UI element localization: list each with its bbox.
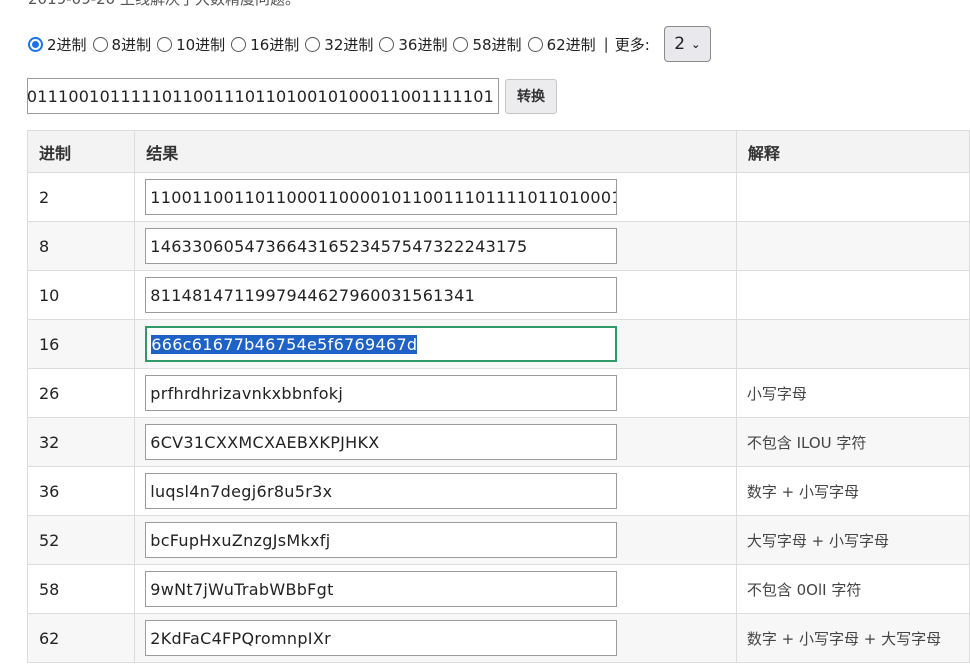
radio-label: 58进制 <box>472 35 522 54</box>
radio-label: 10进制 <box>176 35 226 54</box>
convert-button[interactable]: 转换 <box>505 78 557 114</box>
result-field[interactable]: 9wNt7jWuTrabWBbFgt <box>145 571 618 607</box>
row-explanation <box>735 172 970 222</box>
result-field[interactable]: 1100110011011000110000101100111011110110… <box>145 179 618 215</box>
radio-label: 32进制 <box>324 35 374 54</box>
result-field[interactable]: luqsl4n7degj6r8u5r3x <box>145 473 618 509</box>
result-field[interactable]: 666c61677b46754e5f6769467d <box>145 326 618 362</box>
radio-circle-icon[interactable] <box>305 36 321 52</box>
result-value: bcFupHxuZnzgJsMkxfj <box>150 530 331 550</box>
result-field[interactable]: 6CV31CXXMCXAEBXKPJHKX <box>145 424 618 460</box>
radio-circle-icon[interactable] <box>453 36 469 52</box>
row-base: 8 <box>26 221 136 271</box>
result-value: 9wNt7jWuTrabWBbFgt <box>150 579 334 599</box>
table-row: 16 666c61677b46754e5f6769467d <box>26 319 970 369</box>
row-base: 52 <box>26 515 136 565</box>
table-row: 10 8114814711997944627960031561341 <box>26 270 970 320</box>
row-base: 62 <box>26 613 136 663</box>
separator: | <box>603 35 609 53</box>
result-field[interactable]: 146330605473664316523457547322243175 <box>145 228 618 264</box>
radio-label: 62进制 <box>546 35 596 54</box>
radio-circle-icon[interactable] <box>527 36 543 52</box>
result-field[interactable]: 8114814711997944627960031561341 <box>145 277 618 313</box>
row-base: 16 <box>26 319 136 369</box>
radio-base-8[interactable]: 8进制 <box>92 34 152 55</box>
row-base: 58 <box>26 564 136 614</box>
result-field[interactable]: bcFupHxuZnzgJsMkxfj <box>145 522 618 558</box>
radio-base-58[interactable]: 58进制 <box>453 34 522 55</box>
radio-circle-icon[interactable] <box>157 36 173 52</box>
base-radio-group: 2进制 8进制 10进制 16进制 32进制 36进制 58进制 62进制 | … <box>28 26 711 62</box>
radio-base-16[interactable]: 16进制 <box>231 34 299 55</box>
radio-base-36[interactable]: 36进制 <box>379 34 447 55</box>
result-value: 6CV31CXXMCXAEBXKPJHKX <box>150 432 380 452</box>
number-input[interactable]: 0110011100101111101100111011010010100011… <box>27 78 499 114</box>
result-field[interactable]: 2KdFaC4FPQromnpIXr <box>145 620 618 656</box>
header-result: 结果 <box>134 130 737 173</box>
row-explanation: 不包含 ILOU 字符 <box>735 417 970 467</box>
result-value: 8114814711997944627960031561341 <box>150 285 476 305</box>
more-label: 更多: <box>614 35 650 54</box>
radio-circle-icon[interactable] <box>28 36 43 52</box>
more-base-select[interactable]: 2 ⌄ <box>663 26 711 62</box>
radio-label: 2进制 <box>47 35 87 54</box>
radio-label: 36进制 <box>398 35 448 54</box>
table-row: 32 6CV31CXXMCXAEBXKPJHKX 不包含 ILOU 字符 <box>26 417 970 467</box>
table-row: 2 11001100110110001100001011001110111101… <box>26 172 970 222</box>
row-explanation <box>735 270 970 320</box>
row-base: 10 <box>26 270 136 320</box>
radio-base-2[interactable]: 2进制 <box>28 34 87 55</box>
row-base: 36 <box>26 466 136 516</box>
table-header-row: 进制 结果 解释 <box>26 130 970 173</box>
result-value: 1100110011011000110000101100111011110110… <box>150 187 616 207</box>
result-value: luqsl4n7degj6r8u5r3x <box>150 481 333 501</box>
result-value: prfhrdhrizavnkxbbnfokj <box>150 383 344 403</box>
table-row: 62 2KdFaC4FPQromnpIXr 数字 + 小写字母 + 大写字母 <box>26 613 970 663</box>
radio-circle-icon[interactable] <box>231 36 247 52</box>
result-value: 666c61677b46754e5f6769467d <box>151 334 418 354</box>
result-value: 146330605473664316523457547322243175 <box>150 236 528 256</box>
update-note: 2019-09-20 上线解决了大数精度问题。 <box>28 0 300 9</box>
radio-label: 16进制 <box>250 35 300 54</box>
radio-circle-icon[interactable] <box>379 36 395 52</box>
table-row: 8 146330605473664316523457547322243175 <box>26 221 970 271</box>
input-row: 0110011100101111101100111011010010100011… <box>27 78 557 114</box>
row-base: 26 <box>26 368 136 418</box>
radio-base-10[interactable]: 10进制 <box>157 34 225 55</box>
row-explanation: 大写字母 + 小写字母 <box>735 515 970 565</box>
header-explanation: 解释 <box>735 130 970 173</box>
table-row: 26 prfhrdhrizavnkxbbnfokj 小写字母 <box>26 368 970 418</box>
row-explanation: 数字 + 小写字母 + 大写字母 <box>735 613 970 663</box>
select-value: 2 <box>674 34 686 54</box>
radio-label: 8进制 <box>111 35 152 54</box>
row-explanation <box>735 221 970 271</box>
table-row: 36 luqsl4n7degj6r8u5r3x 数字 + 小写字母 <box>26 466 970 516</box>
row-base: 2 <box>26 172 136 222</box>
result-value: 2KdFaC4FPQromnpIXr <box>150 628 331 648</box>
radio-circle-icon[interactable] <box>92 36 108 52</box>
table-row: 52 bcFupHxuZnzgJsMkxfj 大写字母 + 小写字母 <box>26 515 970 565</box>
result-table: 进制 结果 解释 2 11001100110110001100001011001… <box>26 130 970 663</box>
row-explanation: 数字 + 小写字母 <box>735 466 970 516</box>
result-field[interactable]: prfhrdhrizavnkxbbnfokj <box>145 375 618 411</box>
radio-base-62[interactable]: 62进制 <box>527 34 596 55</box>
number-input-value: 0110011100101111101100111011010010100011… <box>27 86 494 106</box>
chevron-down-icon: ⌄ <box>691 37 701 51</box>
row-explanation <box>735 319 970 369</box>
row-explanation: 不包含 0OlI 字符 <box>735 564 970 614</box>
radio-base-32[interactable]: 32进制 <box>305 34 373 55</box>
header-base: 进制 <box>26 130 136 173</box>
table-row: 58 9wNt7jWuTrabWBbFgt 不包含 0OlI 字符 <box>26 564 970 614</box>
row-base: 32 <box>26 417 136 467</box>
row-explanation: 小写字母 <box>735 368 970 418</box>
